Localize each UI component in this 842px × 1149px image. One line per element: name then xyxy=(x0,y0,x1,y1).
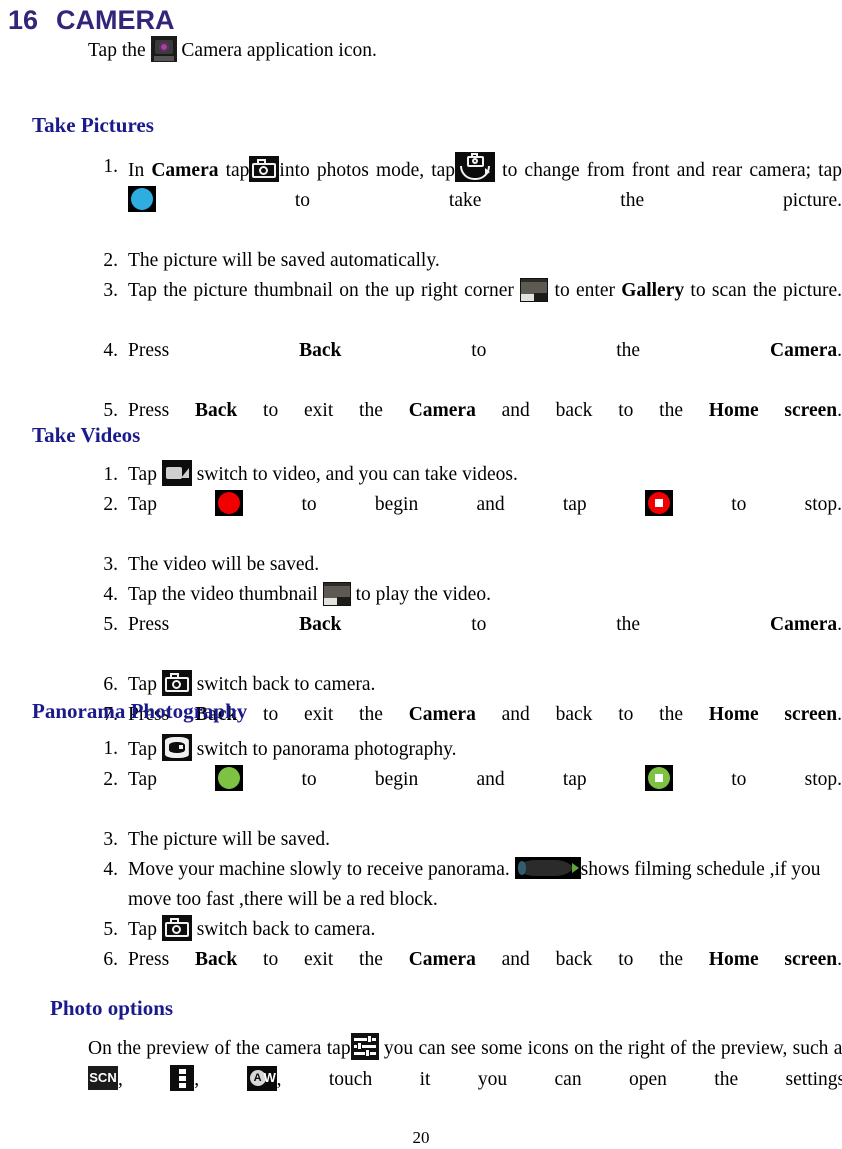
intro-before-text: Tap the xyxy=(88,40,146,61)
list-marker: 4. xyxy=(103,584,118,605)
more-options-icon xyxy=(170,1065,195,1091)
stop-green-icon xyxy=(644,765,673,791)
photo-options-paragraph: On the preview of the camera tap you can… xyxy=(88,1033,842,1126)
list-marker: 2. xyxy=(103,494,118,515)
list-item: 5. Tap switch back to camera. xyxy=(88,915,842,945)
section-take-pictures: Take Pictures 1. In Camera tap into photos… xyxy=(32,112,842,456)
list-item: 3. The picture will be saved. xyxy=(88,825,842,855)
list-item: 4. Tap the video thumbnail to play the vi… xyxy=(88,580,842,610)
intro-line: Tap the Camera application icon. xyxy=(0,36,842,64)
section-panorama-photography: Panorama Photography 1. Tap switch to pan… xyxy=(32,698,842,1005)
section-heading-panorama: Panorama Photography xyxy=(32,699,248,723)
video-thumbnail-icon xyxy=(322,582,351,606)
steps-panorama: 1. Tap switch to panorama photography. 2. T… xyxy=(88,734,842,1005)
camera-app-icon xyxy=(150,36,177,62)
list-item: 5. Press Back to the Camera. xyxy=(88,610,842,670)
panorama-mode-icon xyxy=(161,734,192,761)
list-marker: 1. xyxy=(103,738,118,759)
list-item: 6. Tap switch back to camera. xyxy=(88,670,842,700)
list-item: 2. Tap to begin and tap to stop. xyxy=(88,765,842,825)
section-heading-take-pictures: Take Pictures xyxy=(32,113,154,137)
emphasis-text: Camera xyxy=(769,614,838,635)
section-heading-take-videos: Take Videos xyxy=(32,423,141,447)
list-marker: 6. xyxy=(103,949,118,970)
stop-button-icon xyxy=(644,490,673,516)
emphasis-text: Back xyxy=(299,340,342,361)
list-marker: 4. xyxy=(103,340,118,361)
list-item: 3. Tap the picture thumbnail on the up ri… xyxy=(88,276,842,336)
steps-take-pictures: 1. In Camera tap into photos mode, tap to … xyxy=(88,152,842,456)
list-marker: 4. xyxy=(103,859,118,880)
white-balance-icon: AW xyxy=(246,1066,277,1091)
list-item: 2. Tap to begin and tap to stop. xyxy=(88,490,842,550)
chapter-title-text: CAMERA xyxy=(56,5,175,35)
scene-mode-icon: SCN xyxy=(88,1066,118,1090)
list-marker: 2. xyxy=(103,250,118,271)
list-marker: 3. xyxy=(103,829,118,850)
list-item: 1. Tap switch to panorama photography. xyxy=(88,734,842,765)
list-marker: 5. xyxy=(103,919,118,940)
emphasis-text: Back xyxy=(299,614,342,635)
list-item: 1. Tap switch to video, and you can take … xyxy=(88,460,842,490)
shutter-button-icon xyxy=(128,186,156,212)
section-heading-photo-options: Photo options xyxy=(50,996,174,1020)
list-marker: 3. xyxy=(103,554,118,575)
emphasis-text: Back xyxy=(194,949,238,970)
filming-schedule-bar-icon xyxy=(514,857,581,879)
manual-page: 16 CAMERA Tap the Camera application icon… xyxy=(0,0,842,1149)
list-marker: 3. xyxy=(103,280,118,301)
page-title: 16 CAMERA xyxy=(0,0,842,36)
list-marker: 5. xyxy=(103,614,118,635)
settings-sliders-icon xyxy=(350,1033,379,1060)
emphasis-text: Camera xyxy=(408,949,476,970)
emphasis-text: Camera xyxy=(151,160,219,181)
emphasis-text: Home screen xyxy=(708,949,838,970)
record-button-icon xyxy=(215,490,244,516)
list-item: 4. Move your machine slowly to receive pa… xyxy=(88,855,842,915)
switch-camera-icon xyxy=(455,152,496,182)
emphasis-text: Gallery xyxy=(621,280,685,301)
list-item: 2. The picture will be saved automaticall… xyxy=(88,246,842,276)
emphasis-text: Camera xyxy=(408,400,476,421)
chapter-number: 16 xyxy=(8,5,39,35)
intro-after-text: Camera application icon. xyxy=(181,40,377,61)
photo-mode-icon xyxy=(249,156,280,182)
emphasis-text: Back xyxy=(194,400,238,421)
photo-mode-icon xyxy=(161,670,192,696)
page-number: 20 xyxy=(412,1128,430,1147)
list-marker: 1. xyxy=(103,464,118,485)
list-marker: 1. xyxy=(103,156,118,177)
section-photo-options: Photo options On the preview of the came… xyxy=(50,995,842,1146)
emphasis-text: Camera xyxy=(769,340,838,361)
list-item: 4. Press Back to the Camera. xyxy=(88,336,842,396)
list-item: 1. In Camera tap into photos mode, tap to … xyxy=(88,152,842,246)
record-green-icon xyxy=(215,765,244,791)
video-mode-icon xyxy=(161,460,192,486)
list-marker: 6. xyxy=(103,674,118,695)
list-item: 3. The video will be saved. xyxy=(88,550,842,580)
emphasis-text: Home screen xyxy=(708,400,838,421)
photo-mode-icon xyxy=(161,915,192,941)
photo-thumbnail-icon xyxy=(520,278,549,302)
list-marker: 2. xyxy=(103,769,118,790)
